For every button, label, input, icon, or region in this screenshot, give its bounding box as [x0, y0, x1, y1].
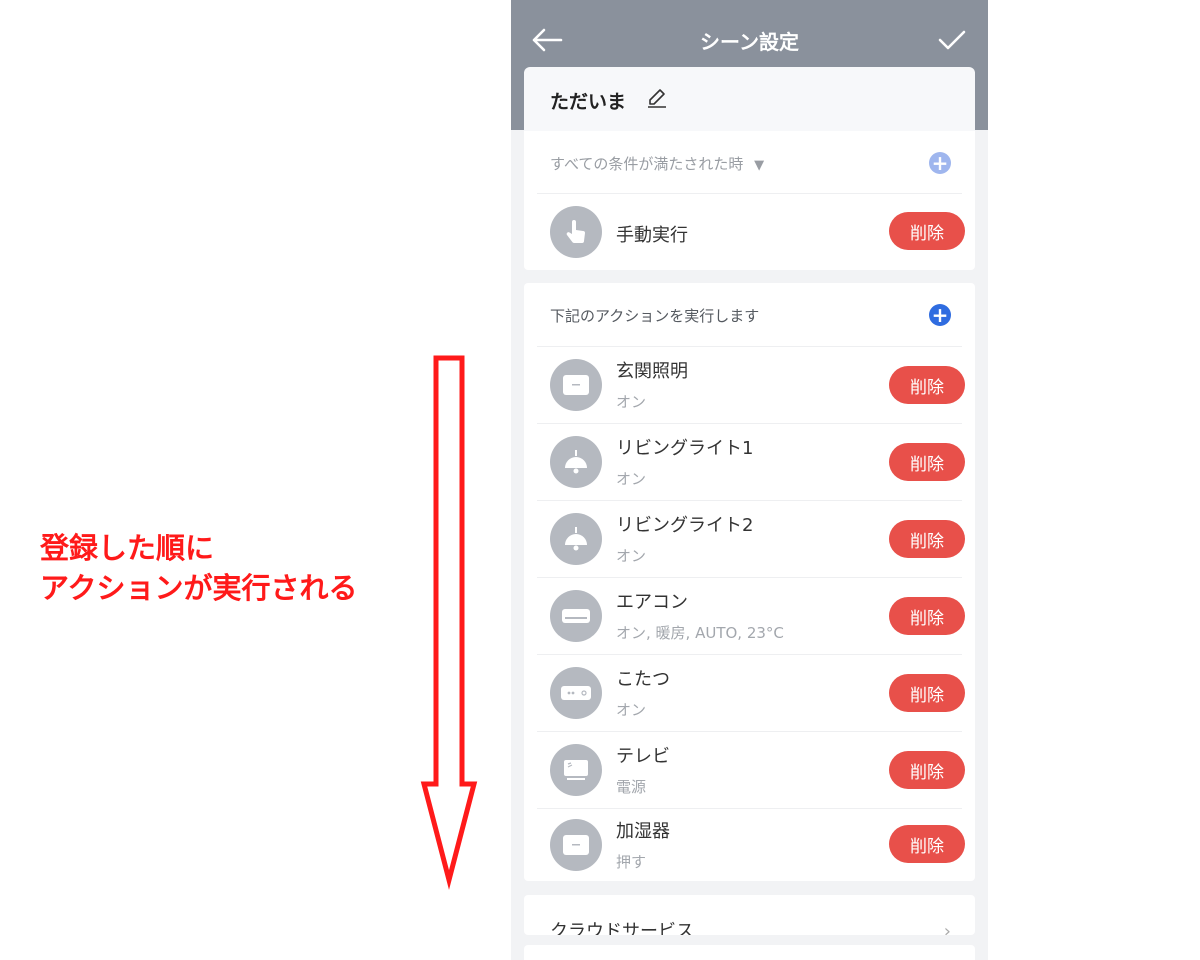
delete-button[interactable]: 削除 — [889, 597, 965, 635]
actions-card: 下記のアクションを実行します + 玄関照明 オン 削除 リビングライト1 オン … — [524, 283, 975, 881]
delete-button[interactable]: 削除 — [889, 674, 965, 712]
cloud-service-row[interactable]: クラウドサービス › — [524, 895, 975, 935]
action-row-genkan: 玄関照明 オン 削除 — [524, 347, 975, 423]
action-name: リビングライト2 — [616, 515, 754, 536]
delete-button[interactable]: 削除 — [889, 443, 965, 481]
phone-screen: シーン設定 ただいま すべての条件が満たされた時 ▼ + 手動実行 削除 下記の… — [511, 0, 988, 960]
conditions-card: すべての条件が満たされた時 ▼ + 手動実行 削除 — [524, 131, 975, 270]
scene-name: ただいま — [550, 91, 627, 113]
add-action-button[interactable]: + — [929, 304, 951, 326]
condition-row: 手動実行 削除 — [524, 193, 975, 270]
action-detail: 電源 — [616, 778, 647, 796]
power-strip-icon — [550, 667, 602, 719]
action-row-tv: テレビ 電源 削除 — [524, 732, 975, 808]
action-detail: オン — [616, 701, 647, 719]
action-detail: 押す — [616, 853, 647, 871]
down-arrow-icon — [420, 355, 478, 890]
chevron-right-icon: › — [943, 921, 951, 935]
annotation-text: 登録した順に アクションが実行される — [40, 528, 358, 608]
tv-icon — [550, 744, 602, 796]
add-condition-button[interactable]: + — [929, 152, 951, 174]
action-name: テレビ — [616, 746, 670, 767]
annotation-line-2: アクションが実行される — [40, 571, 358, 605]
action-detail: オン — [616, 393, 647, 411]
action-row-aircon: エアコン オン, 暖房, AUTO, 23°C 削除 — [524, 578, 975, 654]
action-detail: オン — [616, 470, 647, 488]
air-conditioner-icon — [550, 590, 602, 642]
action-name: リビングライト1 — [616, 438, 754, 459]
scene-name-card: ただいま — [524, 67, 975, 131]
pencil-icon — [648, 89, 666, 108]
action-detail: オン, 暖房, AUTO, 23°C — [616, 624, 784, 642]
check-icon — [938, 30, 966, 50]
action-row-kotatsu: こたつ オン 削除 — [524, 655, 975, 731]
action-name: エアコン — [616, 592, 688, 613]
delete-button[interactable]: 削除 — [889, 751, 965, 789]
action-name: 玄関照明 — [616, 361, 688, 382]
switch-icon — [550, 359, 602, 411]
next-card — [524, 945, 975, 960]
pendant-light-icon — [550, 436, 602, 488]
action-row-living-light-2: リビングライト2 オン 削除 — [524, 501, 975, 577]
action-row-humidifier: 加湿器 押す 削除 — [524, 809, 975, 881]
conditions-heading[interactable]: すべての条件が満たされた時 ▼ — [550, 153, 764, 174]
delete-button[interactable]: 削除 — [889, 825, 965, 863]
action-row-living-light-1: リビングライト1 オン 削除 — [524, 424, 975, 500]
action-detail: オン — [616, 547, 647, 565]
delete-button[interactable]: 削除 — [889, 212, 965, 250]
delete-button[interactable]: 削除 — [889, 366, 965, 404]
save-button[interactable] — [934, 22, 970, 58]
annotation-line-1: 登録した順に — [40, 531, 215, 565]
actions-heading: 下記のアクションを実行します — [550, 307, 760, 325]
hand-tap-icon — [550, 206, 602, 258]
edit-scene-name-button[interactable] — [646, 87, 668, 113]
caret-down-icon: ▼ — [754, 158, 765, 173]
condition-name: 手動実行 — [616, 225, 688, 246]
page-title: シーン設定 — [700, 30, 799, 54]
pendant-light-icon — [550, 513, 602, 565]
action-name: 加湿器 — [616, 821, 670, 842]
action-name: こたつ — [616, 669, 670, 690]
switch-icon — [550, 819, 602, 871]
plus-icon: + — [931, 151, 949, 175]
delete-button[interactable]: 削除 — [889, 520, 965, 558]
cloud-service-label: クラウドサービス — [550, 921, 694, 935]
conditions-heading-label: すべての条件が満たされた時 — [550, 155, 744, 173]
plus-icon: + — [931, 303, 949, 327]
